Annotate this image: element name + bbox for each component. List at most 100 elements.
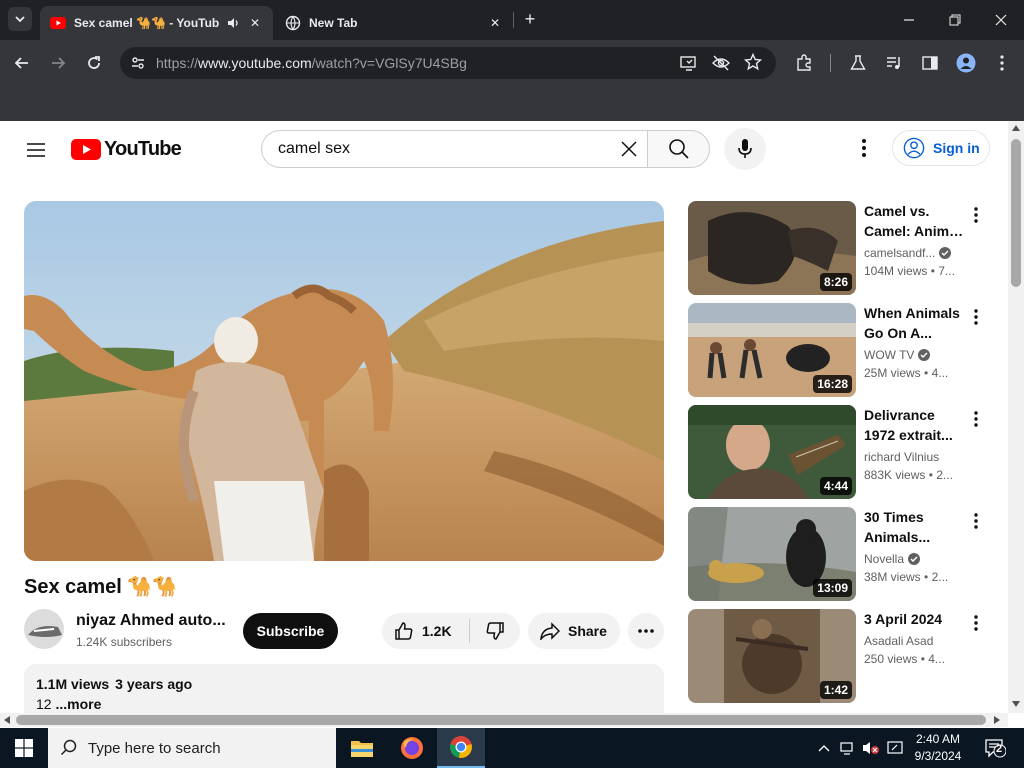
show-more-link[interactable]: ...more [55,696,101,712]
recommendation-item[interactable]: 1:42 3 April 2024 Asadali Asad 250 views… [688,609,998,703]
recommendation-channel[interactable]: richard Vilnius [864,450,939,464]
recommendation-menu-button[interactable] [964,611,988,635]
system-clock[interactable]: 2:40 AM 9/3/2024 [906,731,970,765]
duration-badge: 8:26 [819,273,852,291]
toolbar-separator [830,54,831,72]
close-tab-icon[interactable]: ✕ [247,15,263,31]
profile-button[interactable] [952,49,980,77]
search-input[interactable]: camel sex [261,130,647,168]
scrollbar-thumb[interactable] [16,715,986,725]
youtube-logo[interactable]: YouTube [71,137,182,161]
youtube-wordmark: YouTube [104,137,182,160]
dislike-button[interactable] [470,613,520,649]
new-tab-button[interactable]: + [520,10,540,30]
media-controls-button[interactable] [880,49,908,77]
more-vert-icon [974,513,978,529]
sign-in-button[interactable]: Sign in [892,130,990,166]
title-line: Animals... [864,529,931,545]
pen-workspace-icon[interactable] [885,738,905,758]
recommendation-item[interactable]: 8:26 Camel vs. Camel: Anima... camelsand… [688,201,998,295]
vertical-scrollbar[interactable] [1008,121,1024,713]
reload-button[interactable] [80,49,108,77]
forward-button[interactable] [44,49,72,77]
extensions-button[interactable] [790,49,818,77]
side-panel-button[interactable] [916,49,944,77]
views-label: 38M views [864,570,921,584]
channel-avatar[interactable] [24,609,64,649]
taskbar-search-box[interactable]: Type here to search [48,728,336,768]
reload-icon [88,56,100,69]
video-thumbnail[interactable]: 8:26 [688,201,856,295]
subscribe-button[interactable]: Subscribe [243,613,338,649]
network-icon[interactable] [838,738,858,758]
recommendation-title[interactable]: 30 Times Animals... [864,507,964,547]
recommendation-channel[interactable]: WOW TV [864,348,931,362]
video-thumbnail[interactable]: 4:44 [688,405,856,499]
recommendation-channel[interactable]: Novella [864,552,921,566]
close-tab-icon[interactable]: ✕ [487,15,503,31]
search-button[interactable] [647,130,710,168]
recommendation-title[interactable]: Delivrance 1972 extrait... [864,405,964,445]
browser-menu-button[interactable] [988,49,1016,77]
address-bar[interactable]: https://www.youtube.com/watch?v=VGlSy7U4… [120,47,776,79]
title-line: Go On A... [864,325,932,341]
scroll-up-arrow-icon[interactable] [1012,125,1020,131]
microphone-icon [738,139,752,158]
more-actions-button[interactable] [628,613,664,649]
scrollbar-thumb[interactable] [1011,139,1021,287]
video-thumbnail[interactable]: 13:09 [688,507,856,601]
recommendation-menu-button[interactable] [964,203,988,227]
recommendation-channel[interactable]: camelsandf... [864,246,952,260]
guide-menu-button[interactable] [24,138,48,162]
minimize-button[interactable] [897,8,921,32]
recommendation-item[interactable]: 16:28 When Animals Go On A... WOW TV 25M… [688,303,998,397]
recommendation-menu-button[interactable] [964,305,988,329]
recommendation-item[interactable]: 4:44 Delivrance 1972 extrait... richard … [688,405,998,499]
scroll-left-arrow-icon[interactable] [4,716,10,724]
close-window-button[interactable] [989,8,1013,32]
view-count: 1.1M views [36,676,110,692]
eye-off-icon[interactable] [712,54,730,75]
start-button[interactable] [0,728,48,768]
scroll-right-arrow-icon[interactable] [994,716,1000,724]
clear-search-button[interactable] [614,136,644,162]
install-app-icon[interactable] [680,54,698,75]
tab-new-tab[interactable]: New Tab ✕ [275,6,513,40]
tab-youtube[interactable]: Sex camel 🐪🐪 - YouTube ✕ [40,6,273,40]
labs-button[interactable] [844,49,872,77]
url-host: www.youtube.com [198,55,312,71]
recommendation-item[interactable]: 13:09 30 Times Animals... Novella 38M vi… [688,507,998,601]
taskbar-file-explorer[interactable] [338,728,386,768]
tray-overflow-chevron-icon[interactable] [814,738,834,758]
video-thumbnail[interactable]: 16:28 [688,303,856,397]
taskbar-firefox[interactable] [388,728,436,768]
like-button[interactable]: 1.2K [382,613,468,649]
views-label: 25M views [864,366,921,380]
duration-badge: 4:44 [819,477,852,495]
speaker-icon[interactable] [225,15,241,31]
recommendation-menu-button[interactable] [964,407,988,431]
back-button[interactable] [8,49,36,77]
channel-name[interactable]: niyaz Ahmed auto... [76,612,226,630]
video-thumbnail[interactable]: 1:42 [688,609,856,703]
action-center-button[interactable]: 2 [982,736,1008,760]
recommendation-channel[interactable]: Asadali Asad [864,634,933,648]
bookmark-star-icon[interactable] [743,52,763,74]
scroll-down-arrow-icon[interactable] [1012,701,1020,707]
tab-title: New Tab [309,16,358,30]
channel-label: Asadali Asad [864,634,934,648]
tab-search-button[interactable] [8,7,32,31]
video-player[interactable] [24,201,664,561]
recommendation-menu-button[interactable] [964,509,988,533]
voice-search-button[interactable] [724,128,766,170]
volume-muted-icon[interactable] [861,738,881,758]
recommendation-title[interactable]: Camel vs. Camel: Anima... [864,201,964,241]
youtube-play-logo-icon [71,138,101,160]
horizontal-scrollbar[interactable] [0,713,1008,727]
recommendation-title[interactable]: When Animals Go On A... [864,303,964,343]
site-info-icon[interactable] [130,55,146,74]
restore-button[interactable] [943,8,967,32]
share-button[interactable]: Share [528,613,620,649]
settings-menu-button[interactable] [852,136,876,160]
taskbar-chrome[interactable] [437,728,485,768]
